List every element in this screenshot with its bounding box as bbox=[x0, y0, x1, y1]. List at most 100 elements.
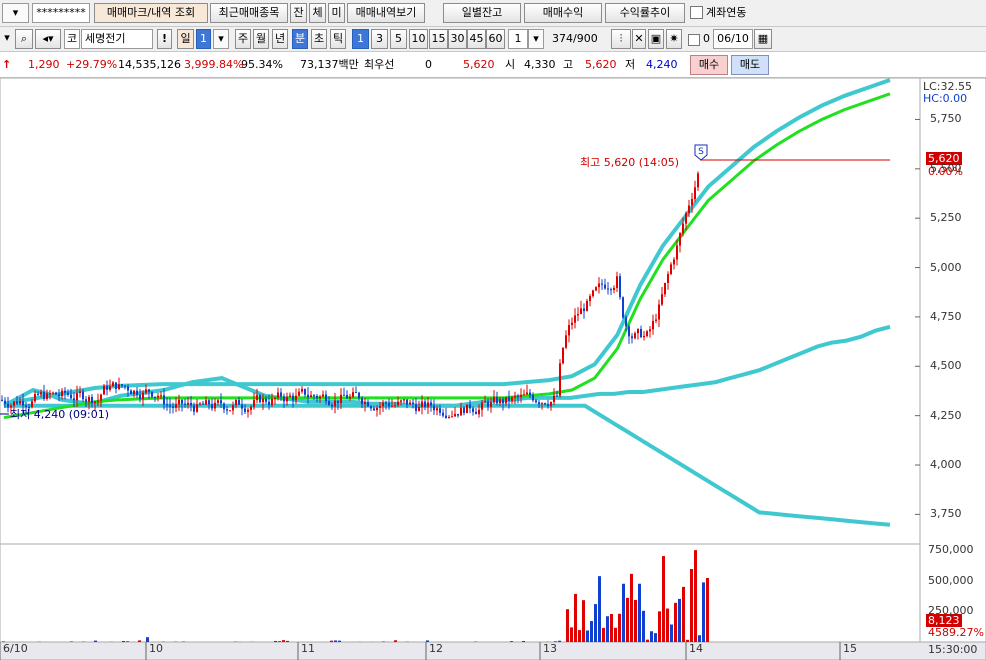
candle-body bbox=[37, 393, 39, 395]
recent-trade-stocks-button[interactable]: 최근매매종목 bbox=[210, 3, 288, 23]
return-trend-button[interactable]: 수익률추이 bbox=[605, 3, 685, 23]
candle-body bbox=[538, 402, 540, 405]
candle-body bbox=[697, 173, 699, 188]
account-link-checkbox[interactable] bbox=[690, 6, 703, 19]
candle-body bbox=[100, 394, 102, 401]
minute-15-button[interactable]: 15 bbox=[429, 29, 448, 49]
volume-bar bbox=[274, 640, 277, 642]
volume-bar bbox=[610, 613, 613, 642]
price-chart[interactable]: S 최고 5,620 (14:05) 최저 4,240 (09:01) bbox=[0, 78, 986, 660]
x-tick-label: 6/10 bbox=[3, 642, 28, 655]
candle-body bbox=[616, 276, 618, 288]
minute-60-button[interactable]: 60 bbox=[486, 29, 505, 49]
volume-bar bbox=[682, 586, 685, 642]
minute-10-button[interactable]: 10 bbox=[409, 29, 428, 49]
calendar-icon: ▦ bbox=[757, 32, 769, 45]
period-tick-button[interactable]: 틱 bbox=[330, 29, 346, 49]
candle-body bbox=[658, 304, 660, 320]
candle-body bbox=[598, 283, 600, 288]
sell-button[interactable]: 매도 bbox=[731, 55, 769, 75]
candle-body bbox=[55, 392, 57, 395]
candle-body bbox=[640, 328, 642, 338]
interval-input[interactable]: 1 bbox=[508, 29, 528, 49]
candle-body bbox=[199, 403, 201, 405]
date-input[interactable]: 06/10 bbox=[713, 29, 753, 49]
candle-body bbox=[379, 406, 381, 408]
trade-history-button[interactable]: 매매내역보기 bbox=[347, 3, 425, 23]
candle-body bbox=[358, 392, 360, 399]
candle-body bbox=[481, 402, 483, 410]
settings-button[interactable]: ✷ bbox=[666, 29, 682, 49]
candle-body bbox=[16, 401, 18, 404]
candle-body bbox=[274, 397, 276, 400]
candle-body bbox=[307, 394, 309, 398]
trade-mark-query-button[interactable]: 매매마크/내역 조회 bbox=[94, 3, 208, 23]
candle-body bbox=[259, 395, 261, 403]
candle-body bbox=[436, 408, 438, 411]
candle-body bbox=[157, 395, 159, 398]
cross-tool-button[interactable]: ✕ bbox=[632, 29, 646, 49]
execution-button[interactable]: 체 bbox=[309, 3, 326, 23]
candle-body bbox=[184, 403, 186, 405]
candle-body bbox=[352, 392, 354, 397]
period-week-button[interactable]: 주 bbox=[235, 29, 251, 49]
save-button[interactable]: ▣ bbox=[648, 29, 664, 49]
candle-body bbox=[40, 392, 42, 395]
calendar-button[interactable]: ▦ bbox=[754, 29, 772, 49]
candle-body bbox=[298, 391, 300, 396]
period-month-button[interactable]: 월 bbox=[253, 29, 269, 49]
trade-profit-button[interactable]: 매매수익 bbox=[524, 3, 602, 23]
stock-name-input[interactable]: 세명전기 bbox=[81, 29, 153, 49]
candle-body bbox=[373, 408, 375, 411]
period-minute-button[interactable]: 분 bbox=[292, 29, 308, 49]
candle-body bbox=[226, 409, 228, 411]
candle-body bbox=[511, 397, 513, 401]
period-day-button[interactable]: 일 bbox=[177, 29, 194, 49]
menu-dropdown[interactable]: ▾ bbox=[1, 29, 13, 49]
minute-1-button[interactable]: 1 bbox=[352, 29, 369, 49]
candle-body bbox=[406, 399, 408, 405]
minute-45-button[interactable]: 45 bbox=[467, 29, 486, 49]
candle-body bbox=[664, 282, 666, 295]
minute-5-button[interactable]: 5 bbox=[390, 29, 407, 49]
candle-body bbox=[220, 400, 222, 404]
daily-balance-button[interactable]: 일별잔고 bbox=[443, 3, 521, 23]
speaker-button[interactable]: ◂▾ bbox=[35, 29, 61, 49]
open-value: 4,330 bbox=[524, 58, 556, 71]
count-value: 374/900 bbox=[552, 32, 598, 45]
period-second-button[interactable]: 초 bbox=[311, 29, 327, 49]
interval-dropdown[interactable]: ▾ bbox=[528, 29, 544, 49]
search-button[interactable]: ⌕ bbox=[15, 29, 33, 49]
stock-info-button[interactable]: ! bbox=[157, 29, 172, 49]
candle-body bbox=[466, 404, 468, 414]
candle-body bbox=[559, 363, 561, 396]
password-input[interactable]: ********* bbox=[32, 3, 90, 23]
period-day-dropdown[interactable]: ▾ bbox=[213, 29, 229, 49]
low-annotation: 최저 4,240 (09:01) bbox=[10, 408, 109, 421]
period-day-value[interactable]: 1 bbox=[196, 29, 211, 49]
account-dropdown[interactable]: ▾ bbox=[2, 3, 29, 23]
candle-body bbox=[619, 276, 621, 298]
candle-body bbox=[475, 411, 477, 415]
candle-body bbox=[643, 336, 645, 338]
unfilled-button[interactable]: 미 bbox=[328, 3, 345, 23]
volume-tick-label: 250,000 bbox=[928, 604, 974, 618]
y-tick-label: 4,000 bbox=[930, 458, 962, 472]
minute-30-button[interactable]: 30 bbox=[448, 29, 467, 49]
candle-body bbox=[409, 402, 411, 405]
candle-body bbox=[217, 400, 219, 403]
toolbar-row-2: ▾ ⌕ ◂▾ 코 세명전기 ! 일 1 ▾ 주 월 년 분 초 틱 1 3 5 … bbox=[0, 27, 986, 52]
candle-body bbox=[517, 396, 519, 398]
minute-3-button[interactable]: 3 bbox=[371, 29, 388, 49]
volume-bar bbox=[678, 598, 681, 642]
save-icon: ▣ bbox=[650, 32, 662, 45]
candle-body bbox=[472, 408, 474, 412]
buy-button[interactable]: 매수 bbox=[690, 55, 728, 75]
balance-button[interactable]: 잔 bbox=[290, 3, 307, 23]
candle-body bbox=[424, 401, 426, 408]
date-checkbox[interactable] bbox=[688, 34, 700, 46]
speaker-icon: ◂▾ bbox=[42, 32, 54, 45]
chart-tool-button[interactable]: ⫶ bbox=[611, 29, 631, 49]
change-percent: +29.79% bbox=[66, 58, 118, 71]
period-year-button[interactable]: 년 bbox=[272, 29, 288, 49]
